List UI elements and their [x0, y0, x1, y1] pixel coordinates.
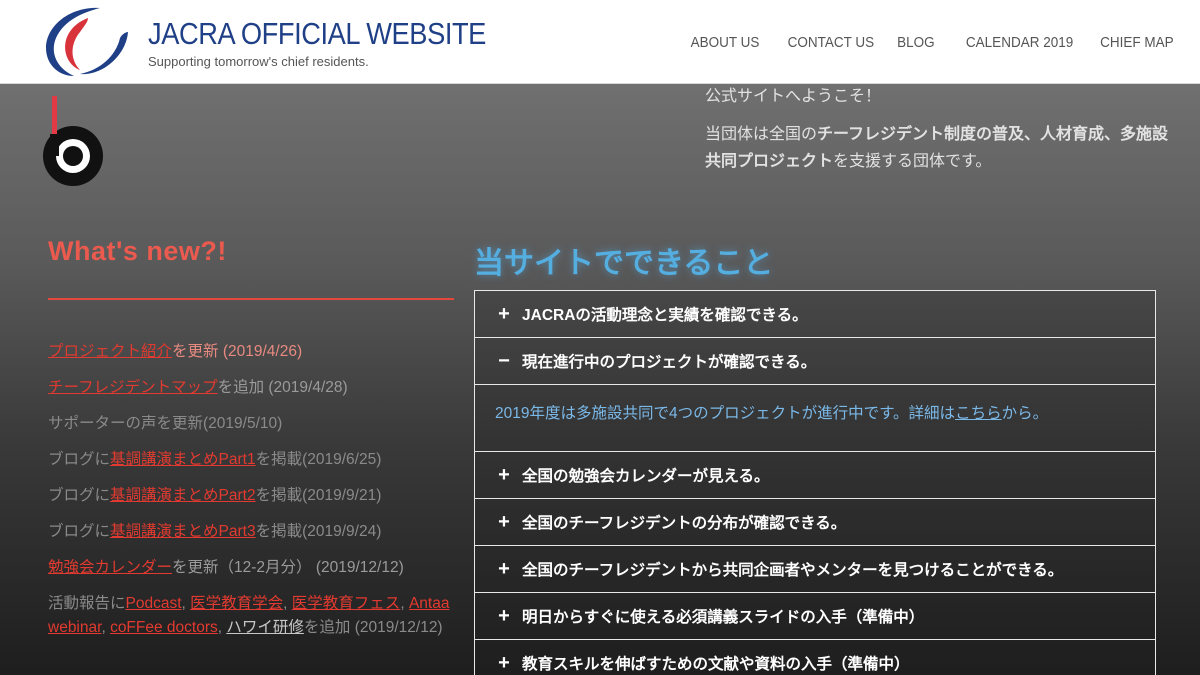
minus-icon: −: [498, 349, 510, 372]
plus-icon: +: [498, 604, 510, 627]
accordion-item-slides[interactable]: + 明日からすぐに使える必須講義スライドの入手（準備中）: [475, 593, 1155, 640]
nav-contact-us[interactable]: CONTACT US: [788, 34, 875, 51]
list-item: ブログに基調講演まとめPart3を掲載(2019/9/24): [48, 523, 382, 540]
welcome-line: 公式サイトへようこそ！: [705, 88, 882, 105]
nav-about-us[interactable]: ABOUT US: [691, 34, 760, 51]
whats-new-divider: [48, 298, 454, 300]
accordion-item-distribution[interactable]: + 全国のチーフレジデントの分布が確認できる。: [475, 499, 1155, 546]
plus-icon: +: [498, 463, 510, 486]
list-item: 勉強会カレンダーを更新（12-2月分） (2019/12/12): [48, 559, 404, 576]
news-link-podcast[interactable]: Podcast: [126, 595, 182, 612]
accordion-panel-projects: 2019年度は多施設共同で4つのプロジェクトが進行中です。詳細はこちらから。: [475, 385, 1155, 452]
site-header: JACRA OFFICIAL WEBSITE Supporting tomorr…: [0, 0, 1200, 84]
jacra-logo-icon[interactable]: [40, 4, 132, 78]
plus-icon: +: [498, 557, 510, 580]
plus-icon: +: [498, 651, 510, 674]
news-link-med-edu-society[interactable]: 医学教育学会: [190, 595, 283, 612]
projects-detail-link[interactable]: こちら: [955, 405, 1002, 422]
accordion-item-projects[interactable]: − 現在進行中のプロジェクトが確認できる。: [475, 338, 1155, 385]
news-link-keynote-part3[interactable]: 基調講演まとめPart3: [110, 523, 256, 540]
features-accordion: + JACRAの活動理念と実績を確認できる。 − 現在進行中のプロジェクトが確認…: [474, 290, 1156, 675]
list-item: チーフレジデントマップを追加 (2019/4/28): [48, 379, 348, 396]
nav-calendar-2019[interactable]: CALENDAR 2019: [966, 34, 1073, 51]
plus-icon: +: [498, 302, 510, 325]
news-link-keynote-part2[interactable]: 基調講演まとめPart2: [110, 487, 256, 504]
accordion-item-resources[interactable]: + 教育スキルを伸ばすための文献や資料の入手（準備中）: [475, 640, 1155, 675]
plus-icon: +: [498, 510, 510, 533]
list-item: プロジェクト紹介を更新 (2019/4/26): [48, 343, 303, 360]
welcome-description: 当団体は全国のチーフレジデント制度の普及、人材育成、多施設共同プロジェクトを支援…: [705, 126, 1169, 170]
news-link-project[interactable]: プロジェクト紹介: [48, 343, 172, 360]
list-item: ブログに基調講演まとめPart2を掲載(2019/9/21): [48, 487, 382, 504]
site-title[interactable]: JACRA OFFICIAL WEBSITE: [148, 16, 486, 52]
main-content: 公式サイトへようこそ！ 当団体は全国のチーフレジデント制度の普及、人材育成、多施…: [0, 84, 1200, 675]
nav-blog[interactable]: BLOG: [898, 34, 936, 51]
news-link-hawaii[interactable]: ハワイ研修: [226, 619, 304, 636]
list-item: 活動報告にPodcast, 医学教育学会, 医学教育フェス, Antaa web…: [48, 595, 450, 636]
list-item: ブログに基調講演まとめPart1を掲載(2019/6/25): [48, 451, 382, 468]
news-link-coffee-doctors[interactable]: coFFee doctors: [110, 619, 218, 636]
news-link-med-edu-fes[interactable]: 医学教育フェス: [292, 595, 401, 612]
main-nav: ABOUT US CONTACT US BLOG CALENDAR 2019 C…: [664, 34, 1175, 51]
accordion-item-calendar[interactable]: + 全国の勉強会カレンダーが見える。: [475, 452, 1155, 499]
list-item: サポーターの声を更新(2019/5/10): [48, 415, 283, 432]
news-link-calendar[interactable]: 勉強会カレンダー: [48, 559, 172, 576]
news-link-chief-map[interactable]: チーフレジデントマップ: [48, 379, 218, 396]
features-title: 当サイトでできること: [474, 247, 774, 280]
accordion-item-philosophy[interactable]: + JACRAの活動理念と実績を確認できる。: [475, 291, 1155, 338]
news-link-keynote-part1[interactable]: 基調講演まとめPart1: [110, 451, 256, 468]
accordion-item-mentors[interactable]: + 全国のチーフレジデントから共同企画者やメンターを見つけることができる。: [475, 546, 1155, 593]
whats-new-title: What's new?!: [48, 236, 227, 266]
news-list: プロジェクト紹介を更新 (2019/4/26) チーフレジデントマップを追加 (…: [48, 334, 458, 640]
site-tagline: Supporting tomorrow's chief residents.: [148, 54, 369, 69]
welcome-message: 公式サイトへようこそ！ 当団体は全国のチーフレジデント制度の普及、人材育成、多施…: [705, 89, 1175, 175]
nav-chief-map[interactable]: CHIEF MAP: [1100, 34, 1174, 51]
badge-logo-icon: [43, 96, 103, 186]
